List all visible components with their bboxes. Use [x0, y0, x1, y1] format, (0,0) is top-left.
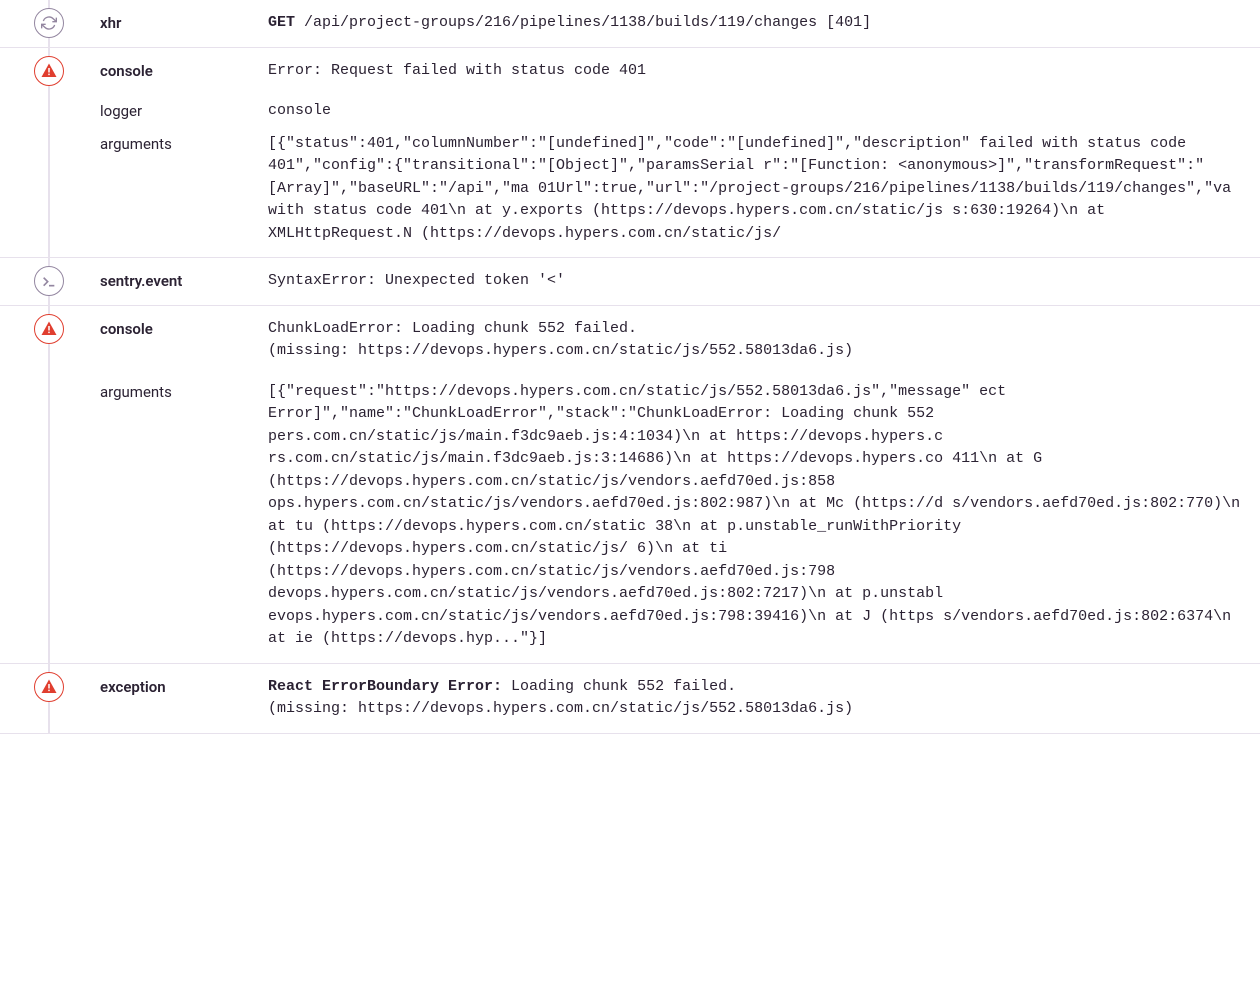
refresh-icon-badge	[34, 8, 64, 38]
breadcrumb-category: sentry.event	[78, 270, 258, 293]
detail-row: arguments [{"status":401,"columnNumber":"…	[78, 125, 1248, 248]
message-strong: React ErrorBoundary Error:	[268, 678, 511, 695]
http-path: /api/project-groups/216/pipelines/1138/b…	[295, 14, 871, 31]
breadcrumb-main-row: exception React ErrorBoundary Error: Load…	[78, 674, 1248, 723]
detail-label: logger	[78, 94, 258, 123]
breadcrumb-details: arguments [{"request":"https://devops.hyp…	[78, 373, 1248, 653]
timeline-line	[48, 306, 50, 663]
breadcrumb-item[interactable]: console Error: Request failed with status…	[0, 48, 1260, 259]
warning-icon-badge	[34, 314, 64, 344]
warning-icon-badge	[34, 56, 64, 86]
detail-value: [{"status":401,"columnNumber":"[undefine…	[268, 127, 1248, 246]
warning-icon-badge	[34, 672, 64, 702]
warning-icon	[40, 62, 58, 80]
refresh-icon	[41, 15, 57, 31]
breadcrumb-message: SyntaxError: Unexpected token '<'	[268, 270, 1248, 293]
detail-label: arguments	[78, 127, 258, 156]
breadcrumb-category: console	[78, 318, 258, 341]
breadcrumb-message: GET /api/project-groups/216/pipelines/11…	[268, 12, 1248, 35]
detail-row: arguments [{"request":"https://devops.hyp…	[78, 373, 1248, 653]
terminal-icon-badge	[34, 266, 64, 296]
breadcrumb-category: exception	[78, 676, 258, 699]
breadcrumb-main-row: console Error: Request failed with status…	[78, 58, 1248, 85]
breadcrumb-category: xhr	[78, 12, 258, 35]
breadcrumb-main-row: console ChunkLoadError: Loading chunk 552…	[78, 316, 1248, 365]
detail-value: [{"request":"https://devops.hypers.com.c…	[268, 375, 1248, 651]
terminal-icon	[41, 273, 57, 289]
warning-icon	[40, 678, 58, 696]
breadcrumb-main-row: xhr GET /api/project-groups/216/pipelines…	[78, 10, 1248, 37]
breadcrumb-details: logger console arguments [{"status":401,"co…	[78, 92, 1248, 247]
breadcrumb-item[interactable]: xhr GET /api/project-groups/216/pipelines…	[0, 0, 1260, 48]
breadcrumb-item[interactable]: sentry.event SyntaxError: Unexpected toke…	[0, 258, 1260, 306]
detail-label: arguments	[78, 375, 258, 404]
breadcrumb-message: Error: Request failed with status code 4…	[268, 60, 1248, 83]
detail-row: logger console	[78, 92, 1248, 125]
breadcrumb-item[interactable]: console ChunkLoadError: Loading chunk 552…	[0, 306, 1260, 664]
breadcrumb-category: console	[78, 60, 258, 83]
http-method: GET	[268, 14, 295, 31]
breadcrumb-main-row: sentry.event SyntaxError: Unexpected toke…	[78, 268, 1248, 295]
breadcrumb-message: React ErrorBoundary Error: Loading chunk…	[268, 676, 1248, 721]
breadcrumb-item[interactable]: exception React ErrorBoundary Error: Load…	[0, 664, 1260, 734]
breadcrumb-message: ChunkLoadError: Loading chunk 552 failed…	[268, 318, 1248, 363]
detail-value: console	[268, 94, 1248, 123]
warning-icon	[40, 320, 58, 338]
breadcrumb-list: xhr GET /api/project-groups/216/pipelines…	[0, 0, 1260, 734]
